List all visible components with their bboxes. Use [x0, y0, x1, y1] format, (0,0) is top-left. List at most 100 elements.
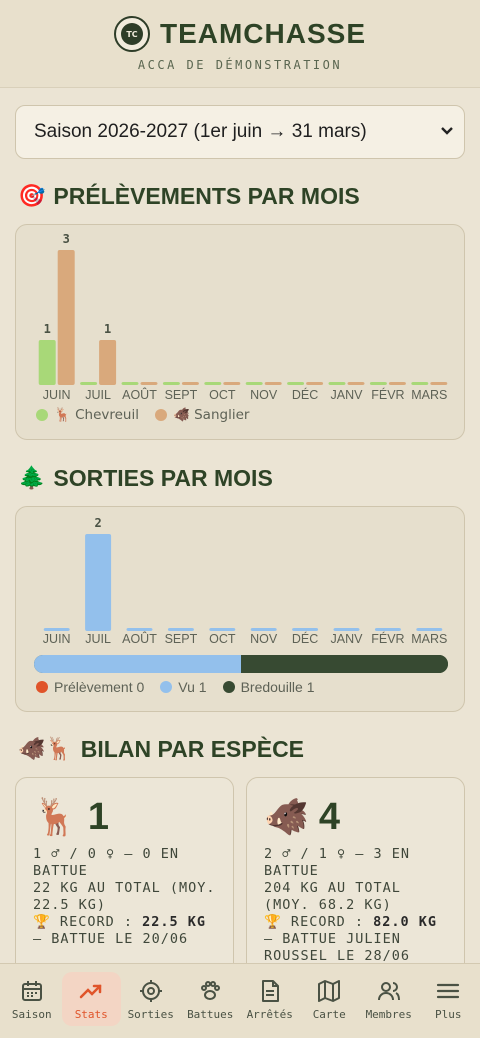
legend-item: Bredouille 1: [222, 679, 315, 695]
nav-item-saison[interactable]: Saison: [2, 972, 62, 1026]
app-header: TC TEAMCHASSE ACCA DE DÉMONSTRATION: [0, 0, 480, 88]
x-tick-label: OCT: [209, 632, 236, 646]
x-tick-label: JANV: [331, 632, 364, 646]
x-tick-label: DÉC: [292, 387, 318, 402]
nav-label: Plus: [435, 1007, 462, 1021]
species-sex-line: 1 ♂ / 0 ♀ — 0 EN BATTUE: [33, 846, 180, 879]
bar-sorties-janv: [333, 628, 360, 631]
season-select-value: Saison 2026-2027 (1er juin → 31 mars): [34, 121, 367, 142]
bar-sanglier-fevr: [388, 382, 406, 385]
document-icon: [261, 979, 279, 1002]
trophy-icon: 🏆 RECORD :: [33, 914, 143, 930]
nav-item-stats[interactable]: Stats: [61, 972, 121, 1026]
season-select[interactable]: Saison 2026-2027 (1er juin → 31 mars): [15, 105, 465, 159]
menu-icon: [437, 983, 460, 998]
bar-chevreuil-janv: [328, 382, 346, 385]
species-details: 2 ♂ / 1 ♀ — 3 EN BATTUE 204 KG AU TOTAL …: [264, 846, 447, 965]
crosshair-icon: [139, 979, 162, 1002]
chevron-down-icon: [440, 120, 454, 147]
bar-sorties-mars: [416, 628, 443, 631]
bar-sanglier-juin: [57, 250, 75, 385]
boar-icon: 🐗: [264, 797, 309, 838]
bar-chevreuil-oct: [204, 382, 222, 385]
prelevements-legend: 🦌 Chevreuil 🐗 Sanglier: [36, 407, 249, 423]
species-count: 1: [87, 795, 109, 838]
logo-mark: TC: [120, 23, 143, 45]
target-icon: 🎯: [18, 184, 46, 209]
legend-label: Bredouille 1: [240, 679, 315, 695]
sorties-progress-bar: [34, 655, 448, 673]
species-sex-line: 2 ♂ / 1 ♀ — 3 EN BATTUE: [264, 846, 411, 879]
boar-deer-icon: 🐗🦌: [18, 737, 73, 762]
x-tick-label: JANV: [331, 388, 364, 402]
legend-dot: [36, 409, 48, 421]
section-title-text: BILAN PAR ESPÈCE: [80, 736, 305, 762]
section-title-text: PRÉLÈVEMENTS PAR MOIS: [53, 183, 360, 209]
nav-label: Carte: [312, 1007, 346, 1021]
record-detail: — BATTUE JULIEN ROUSSEL LE 28/06: [264, 931, 411, 964]
bar-sanglier-dec: [306, 382, 324, 385]
nav-label: Membres: [365, 1007, 412, 1021]
bar-sanglier-aout: [140, 382, 158, 385]
data-label: 1: [44, 322, 51, 336]
bar-chevreuil-mars: [411, 382, 429, 385]
x-tick-label: MARS: [411, 632, 447, 646]
species-details: 1 ♂ / 0 ♀ — 0 EN BATTUE 22 KG AU TOTAL (…: [33, 846, 216, 948]
bar-sorties-juin: [43, 628, 70, 631]
bar-sanglier-mars: [430, 382, 448, 385]
bar-sorties-aout: [126, 628, 153, 631]
x-tick-label: JUIN: [43, 632, 71, 646]
bar-chevreuil-aout: [121, 382, 139, 385]
x-tick-label: JUIL: [85, 632, 111, 646]
nav-item-membres[interactable]: Membres: [359, 972, 419, 1026]
nav-label: Battues: [187, 1007, 234, 1021]
nav-item-plus[interactable]: Plus: [419, 972, 479, 1026]
trending-up-icon: [80, 984, 102, 998]
bar-chevreuil-sept: [162, 382, 180, 385]
progress-segment-bredouille: [241, 655, 448, 673]
x-tick-label: JUIL: [85, 388, 111, 402]
bar-sanglier-nov: [264, 382, 282, 385]
species-record-line: 🏆 RECORD : 22.5 KG — BATTUE LE 20/06: [33, 914, 216, 948]
data-label: 2: [94, 516, 101, 530]
bottom-nav: Saison Stats Sorties Battues Arrêtés Carte Mem…: [0, 963, 480, 1038]
legend-dot: [222, 681, 235, 693]
legend-item: 🐗 Sanglier: [155, 407, 249, 423]
nav-item-arretes[interactable]: Arrêtés: [240, 972, 300, 1026]
nav-item-battues[interactable]: Battues: [181, 972, 241, 1026]
species-card-sanglier: 🐗 4 2 ♂ / 1 ♀ — 3 EN BATTUE 204 KG AU TO…: [246, 777, 465, 977]
map-icon: [318, 979, 341, 1002]
species-card-chevreuil: 🦌 1 1 ♂ / 0 ♀ — 0 EN BATTUE 22 KG AU TOT…: [15, 777, 234, 977]
legend-item: Prélèvement 0: [36, 679, 144, 695]
bar-sanglier-sept: [181, 382, 199, 385]
bar-sorties-dec: [292, 628, 319, 631]
tree-icon: 🌲: [18, 466, 46, 491]
nav-item-sorties[interactable]: Sorties: [121, 972, 181, 1026]
x-tick-label: JUIN: [43, 388, 71, 402]
sorties-legend: Prélèvement 0 Vu 1 Bredouille 1: [36, 679, 315, 695]
x-tick-label: FÉVR: [371, 387, 404, 402]
legend-dot: [155, 409, 167, 421]
trophy-icon: 🏆 RECORD :: [264, 914, 374, 930]
bar-sanglier-juil: [99, 340, 117, 385]
progress-segment-vu: [34, 655, 241, 673]
paw-icon: [201, 980, 221, 1000]
bar-chevreuil-dec: [287, 382, 305, 385]
legend-label: 🦌 Chevreuil: [54, 407, 139, 423]
bar-sorties-oct: [209, 628, 236, 631]
record-detail: — BATTUE LE 20/06: [33, 931, 189, 947]
legend-label: 🐗 Sanglier: [173, 407, 250, 423]
bar-chevreuil-juil: [80, 382, 98, 385]
section-title-text: SORTIES PAR MOIS: [53, 465, 273, 491]
legend-label: Vu 1: [178, 679, 207, 695]
logo: TC: [113, 16, 150, 52]
prelevements-chart-card: 1 3 JUIN 1 JUIL AOÛT SEPT OCT NOV DÉC JANV FÉVR MARS…: [15, 224, 465, 440]
legend-item: Vu 1: [160, 679, 207, 695]
data-label: 3: [63, 232, 70, 246]
species-record-line: 🏆 RECORD : 82.0 KG — BATTUE JULIEN ROUSS…: [264, 914, 447, 965]
deer-icon: 🦌: [33, 797, 78, 838]
legend-item: 🦌 Chevreuil: [36, 407, 139, 423]
record-value: 82.0 KG: [373, 914, 437, 930]
nav-item-carte[interactable]: Carte: [300, 972, 360, 1026]
bar-chevreuil-juin: [38, 340, 56, 385]
